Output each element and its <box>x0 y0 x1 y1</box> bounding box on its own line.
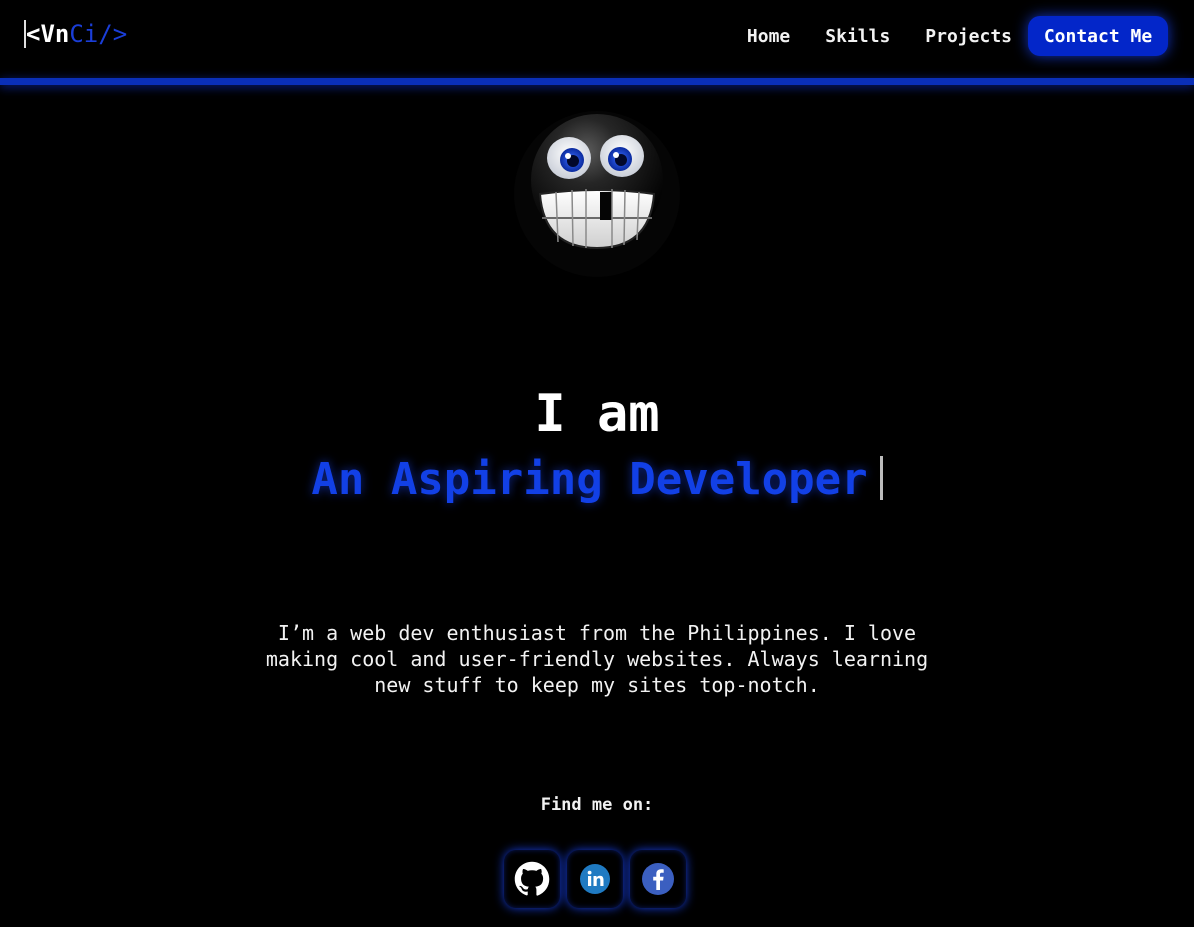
grinning-face-icon <box>514 111 680 277</box>
find-me-label: Find me on: <box>540 795 654 815</box>
page: <Vn Ci/> Home Skills Projects Contact Me <box>0 0 1194 927</box>
typing-cursor <box>879 456 883 500</box>
facebook-button[interactable] <box>630 850 686 908</box>
nav-links: Home Skills Projects Contact Me <box>747 16 1168 56</box>
linkedin-icon <box>580 864 610 894</box>
logo-text-main: <Vn <box>26 20 70 48</box>
linkedin-button[interactable] <box>567 850 623 908</box>
github-icon <box>514 861 550 896</box>
navbar: <Vn Ci/> Home Skills Projects Contact Me <box>0 0 1194 78</box>
logo-text-accent: Ci/> <box>69 20 128 48</box>
logo[interactable]: <Vn Ci/> <box>24 18 127 50</box>
bio-paragraph: I’m a web dev enthusiast from the Philip… <box>265 621 929 697</box>
nav-link-home[interactable]: Home <box>747 26 790 47</box>
avatar <box>512 108 682 280</box>
social-links <box>504 850 693 910</box>
nav-link-skills[interactable]: Skills <box>825 26 890 47</box>
hero-role-text: An Aspiring Developer <box>311 454 868 505</box>
hero-intro: I am <box>534 384 660 444</box>
facebook-icon <box>642 863 674 895</box>
github-button[interactable] <box>504 850 560 908</box>
hero-role: An Aspiring Developer <box>0 452 1194 508</box>
navbar-divider <box>0 78 1194 85</box>
contact-me-button[interactable]: Contact Me <box>1028 16 1168 56</box>
nav-link-projects[interactable]: Projects <box>925 26 1012 47</box>
